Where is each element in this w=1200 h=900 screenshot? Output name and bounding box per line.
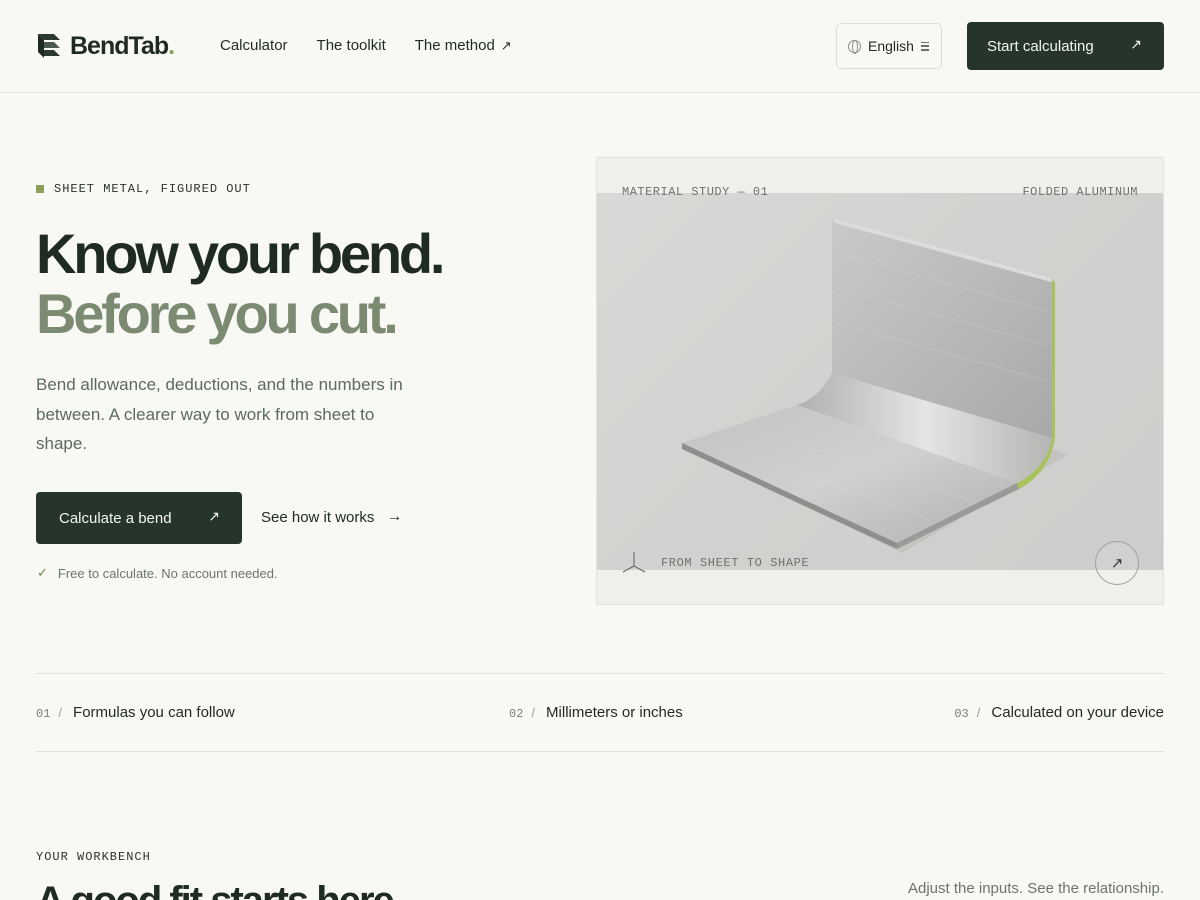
nav-method-label: The method: [414, 37, 495, 54]
feature-number: 03: [954, 707, 969, 721]
hero-headline-line-1: Know your bend.: [36, 222, 445, 285]
card-footer-label: FROM SHEET TO SHAPE: [661, 556, 810, 570]
arrow-up-right-icon: ↗: [208, 508, 220, 524]
card-label-right: FOLDED ALUMINUM: [1022, 185, 1138, 199]
arrow-right-icon: →: [386, 508, 403, 525]
nav-method[interactable]: The method ↗: [415, 36, 512, 56]
feature-number: 01: [36, 707, 51, 721]
start-calculating-label: Start calculating: [987, 37, 1094, 55]
arrow-up-right-icon: ↗: [500, 38, 512, 53]
axis-icon: [622, 552, 646, 573]
calculate-bend-button[interactable]: Calculate a bend ↗: [36, 492, 242, 544]
site-header: BendTab. Calculator The toolkit The meth…: [0, 0, 1200, 93]
feature-label: Millimeters or inches: [546, 704, 683, 721]
feature-number: 02: [509, 707, 524, 721]
folded-aluminum-illustration: [682, 218, 1067, 553]
workbench-subtitle: Adjust the inputs. See the relationship.: [908, 880, 1164, 897]
bendtab-logo-icon: [38, 34, 60, 58]
check-icon: ✓: [37, 565, 48, 580]
globe-icon: [848, 39, 861, 54]
card-open-button[interactable]: ↗: [1095, 541, 1139, 585]
hero-headline: Know your bend. Before you cut.: [36, 222, 445, 345]
feature-item: 02 / Millimeters or inches: [509, 704, 683, 721]
main-nav: Calculator The toolkit The method ↗: [220, 36, 541, 56]
calculate-bend-label: Calculate a bend: [59, 509, 172, 527]
workbench-eyebrow: YOUR WORKBENCH: [36, 850, 151, 864]
arrow-up-right-icon: ↗: [1130, 36, 1142, 52]
start-calculating-button[interactable]: Start calculating ↗: [967, 22, 1164, 70]
hero-eyebrow: SHEET METAL, FIGURED OUT: [36, 182, 251, 196]
hero-note-text: Free to calculate. No account needed.: [57, 565, 278, 581]
workbench-title: A good fit starts here: [36, 876, 395, 900]
feature-label: Calculated on your device: [991, 704, 1164, 721]
nav-toolkit[interactable]: The toolkit: [317, 36, 386, 56]
nav-calculator[interactable]: Calculator: [220, 36, 288, 56]
language-label: English: [868, 38, 914, 54]
selector-handle-icon: [920, 41, 929, 51]
arrow-up-right-icon: ↗: [1110, 555, 1124, 572]
see-how-it-works-label: See how it works: [261, 508, 375, 526]
feature-strip: 01 / Formulas you can follow 02 / Millim…: [36, 673, 1164, 752]
feature-item: 03 / Calculated on your device: [954, 704, 1164, 721]
feature-item: 01 / Formulas you can follow: [36, 704, 235, 721]
feature-separator: /: [976, 705, 981, 720]
nav-toolkit-label: The toolkit: [316, 37, 386, 54]
feature-label: Formulas you can follow: [73, 704, 235, 721]
card-label-left: MATERIAL STUDY — 01: [622, 185, 769, 199]
hero-headline-line-2: Before you cut.: [36, 282, 399, 345]
logo-text: BendTab.: [70, 32, 175, 60]
folded-aluminum-image: [597, 193, 1163, 570]
nav-calculator-label: Calculator: [220, 37, 288, 54]
feature-separator: /: [58, 705, 63, 720]
feature-separator: /: [531, 705, 536, 720]
see-how-it-works-link[interactable]: See how it works →: [261, 508, 402, 526]
material-study-card: MATERIAL STUDY — 01 FOLDED ALUMINUM FROM…: [596, 157, 1164, 605]
language-selector[interactable]: English: [836, 23, 942, 69]
logo[interactable]: BendTab.: [36, 31, 175, 61]
hero-lead: Bend allowance, deductions, and the numb…: [36, 375, 403, 453]
hero-note: ✓ Free to calculate. No account needed.: [37, 565, 278, 581]
hero-eyebrow-text: SHEET METAL, FIGURED OUT: [54, 182, 251, 196]
accent-square-icon: [36, 185, 44, 193]
